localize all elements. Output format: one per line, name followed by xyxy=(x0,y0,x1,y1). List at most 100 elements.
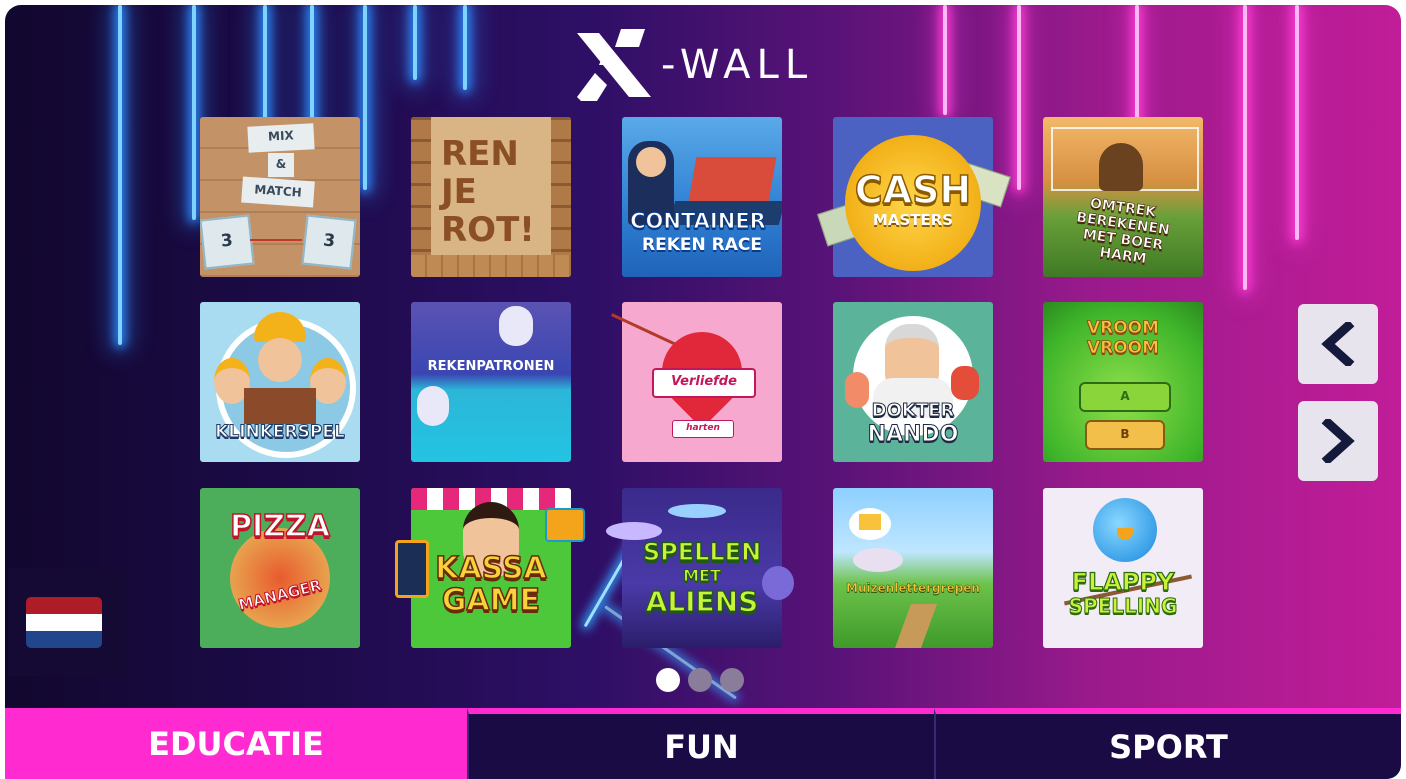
page-dot-1[interactable] xyxy=(656,668,680,692)
game-tile-cash-masters[interactable]: CASH MASTERS xyxy=(817,117,1011,277)
next-page-button[interactable] xyxy=(1298,401,1378,481)
game-tile-omtrek-berekenen[interactable]: OMTREK BEREKENEN MET BOER HARM xyxy=(1043,117,1203,277)
masters-label: MASTERS xyxy=(872,211,954,229)
category-tabs: EDUCATIE FUN SPORT xyxy=(5,708,1401,779)
game-tile-klinkerspel[interactable]: KLINKERSPEL xyxy=(200,302,360,462)
brick-house xyxy=(244,388,316,424)
klinkerspel-label: KLINKERSPEL xyxy=(215,422,346,442)
met-label: MET xyxy=(683,566,722,585)
neon-line-decoration xyxy=(943,5,947,115)
game-tile-muizenlettergrepen[interactable]: Muizenlettergrepen xyxy=(833,488,993,648)
answer-option-b: B xyxy=(1085,420,1165,450)
neon-line-decoration xyxy=(263,5,267,135)
number-card: 3 xyxy=(200,214,255,270)
x-logo-icon xyxy=(577,29,651,101)
number-card: 3 xyxy=(301,214,357,270)
tab-sport[interactable]: SPORT xyxy=(934,708,1401,779)
nando-label: NANDO xyxy=(867,422,959,447)
answer-option-a: A xyxy=(1079,382,1171,412)
mouse-figure xyxy=(853,548,903,572)
game-tile-pizza-manager[interactable]: PIZZA MANAGER xyxy=(200,488,360,648)
neon-line-decoration xyxy=(118,5,122,345)
neon-line-decoration xyxy=(463,5,467,90)
vroom-label: VROOM xyxy=(1086,318,1160,338)
flappy-label: FLAPPY xyxy=(1071,568,1175,596)
path-decoration xyxy=(894,604,938,648)
game-tile-mix-and-match[interactable]: MIX & MATCH 3 3 xyxy=(200,117,360,277)
flag-stripe-white xyxy=(26,614,102,631)
option-a-label: A xyxy=(1120,389,1130,403)
harten-label: harten xyxy=(686,423,720,433)
aliens-label: ALIENS xyxy=(645,585,759,618)
neon-line-decoration xyxy=(1295,5,1299,240)
logo-text: -WALL xyxy=(661,42,814,88)
prev-page-button[interactable] xyxy=(1298,304,1378,384)
organ-character xyxy=(951,366,979,400)
note-card: & xyxy=(268,153,294,177)
astronaut-figure xyxy=(499,306,533,346)
ladder-left xyxy=(411,117,431,257)
xwall-logo: -WALL xyxy=(573,25,843,105)
option-b-label: B xyxy=(1120,427,1130,441)
pagination-dots xyxy=(656,668,744,692)
rot-label: ROT! xyxy=(441,210,535,250)
game-tile-kassa-game[interactable]: KASSA GAME xyxy=(395,488,585,648)
game-tile-vroom-vroom[interactable]: VROOM VROOM A B xyxy=(1043,302,1203,462)
tab-label: EDUCATIE xyxy=(148,724,324,763)
container-label: CONTAINER xyxy=(630,209,767,233)
floor xyxy=(411,255,571,277)
amp-label: & xyxy=(275,157,287,171)
ufo-icon xyxy=(668,504,726,518)
je-label: JE xyxy=(441,172,477,212)
netherlands-flag-icon[interactable] xyxy=(26,597,102,648)
game-tile-flappy-spelling[interactable]: FLAPPY SPELLING xyxy=(1043,488,1203,648)
number-label: 3 xyxy=(219,230,234,252)
muizenlettergrepen-label: Muizenlettergrepen xyxy=(846,581,980,595)
verliefde-label: Verliefde xyxy=(671,374,737,389)
neon-line-decoration xyxy=(1017,5,1021,190)
game-tile-verliefde-harten[interactable]: Verliefde harten xyxy=(611,302,782,462)
vroom-label: VROOM xyxy=(1086,338,1160,358)
tab-label: SPORT xyxy=(1109,727,1228,766)
connect-line xyxy=(250,239,302,241)
scanner-prop xyxy=(545,508,585,542)
dokter-label: DOKTER xyxy=(871,400,955,421)
captain-face xyxy=(636,147,666,177)
ladder-right xyxy=(551,117,571,257)
kassa-label: KASSA xyxy=(434,551,547,586)
neon-line-decoration xyxy=(192,5,196,220)
game-tile-container-reken-race[interactable]: CONTAINER REKEN RACE xyxy=(622,117,782,277)
reken-race-label: REKEN RACE xyxy=(642,235,762,255)
note-card: MATCH xyxy=(241,176,315,208)
game-tile-dokter-nando[interactable]: DOKTER NANDO xyxy=(833,302,993,462)
game-tile-spellen-met-aliens[interactable]: SPELLEN MET ALIENS xyxy=(606,488,794,648)
cheese-icon xyxy=(859,514,881,530)
cash-label: CASH xyxy=(854,168,972,212)
worker-face xyxy=(258,338,302,382)
chevron-left-icon xyxy=(1321,322,1355,366)
pizza-label: PIZZA xyxy=(229,509,330,544)
page-dot-2[interactable] xyxy=(688,668,712,692)
chevron-right-icon xyxy=(1321,419,1355,463)
ship-containers xyxy=(687,157,777,207)
game-tile-ren-je-rot[interactable]: REN JE ROT! xyxy=(411,117,571,277)
tab-educatie[interactable]: EDUCATIE xyxy=(5,708,467,779)
tab-fun[interactable]: FUN xyxy=(467,708,934,779)
match-label: MATCH xyxy=(253,182,303,200)
spellen-label: SPELLEN xyxy=(642,538,762,566)
game-tile-rekenpatronen[interactable]: REKENPATRONEN xyxy=(411,302,571,462)
ren-label: REN xyxy=(441,134,519,174)
spelling-label: SPELLING xyxy=(1068,594,1178,618)
flag-stripe-red xyxy=(26,597,102,614)
neon-line-decoration xyxy=(363,5,367,190)
neon-line-decoration xyxy=(413,5,417,80)
note-card: MIX xyxy=(247,123,315,153)
game-label: GAME xyxy=(441,583,541,618)
number-label: 3 xyxy=(322,230,337,252)
astronaut-figure xyxy=(417,386,449,426)
farmer-figure xyxy=(1099,143,1143,191)
flag-stripe-blue xyxy=(26,631,102,648)
tab-label: FUN xyxy=(664,727,739,766)
banner: Verliefde xyxy=(652,368,756,398)
page-dot-3[interactable] xyxy=(720,668,744,692)
